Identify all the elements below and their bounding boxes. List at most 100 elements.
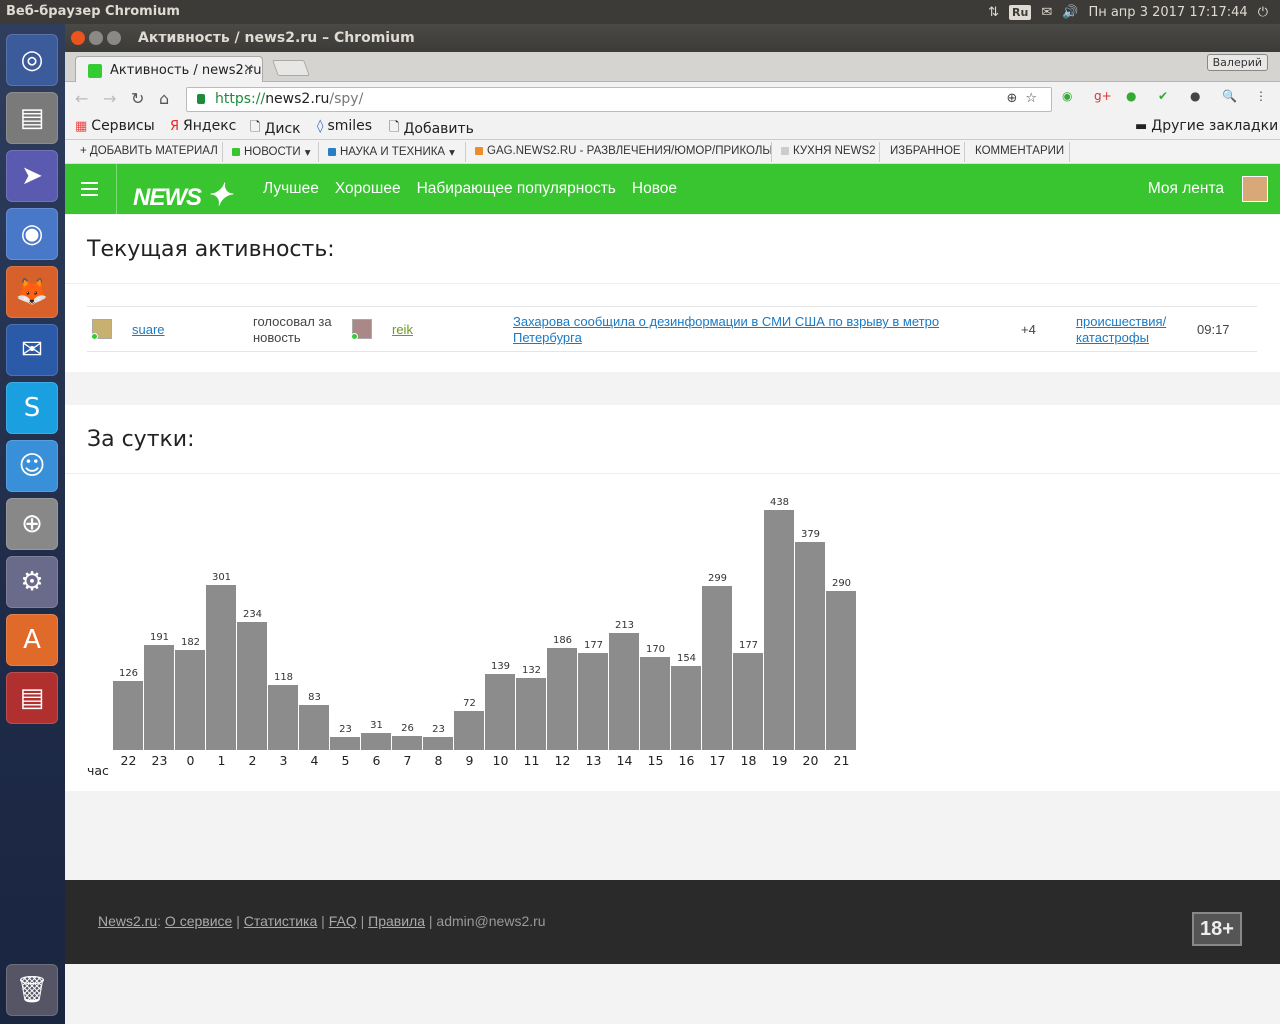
gag-link[interactable]: GAG.NEWS2.RU - РАЗВЛЕЧЕНИЯ/ЮМОР/ПРИКОЛЫ	[475, 145, 773, 157]
extension-shield-icon[interactable]: ✔	[1158, 89, 1168, 103]
bookmark-yandex[interactable]: Я Яндекс	[170, 118, 236, 134]
chart-bar	[733, 653, 763, 750]
extension-dark-icon[interactable]: ●	[1190, 89, 1200, 103]
science-link[interactable]: НАУКА И ТЕХНИКА ▾	[328, 145, 455, 159]
online-indicator	[351, 333, 358, 340]
chart-value-label: 234	[242, 609, 263, 620]
maximize-window-icon[interactable]	[107, 31, 121, 45]
author-avatar[interactable]	[351, 319, 372, 340]
minimize-window-icon[interactable]	[89, 31, 103, 45]
chart-tick-label: 15	[647, 753, 664, 768]
thunderbird-icon[interactable]: ✉	[6, 324, 58, 376]
software-center-icon[interactable]: A	[6, 614, 58, 666]
close-tab-icon[interactable]: ✕	[243, 62, 254, 77]
chart-tick-label: 3	[279, 753, 288, 768]
remote-desktop-icon[interactable]: ➤	[6, 150, 58, 202]
archive-icon[interactable]: ▤	[6, 672, 58, 724]
zoom-icon[interactable]: ⊕	[1006, 91, 1025, 106]
forward-icon[interactable]: →	[103, 89, 116, 108]
new-tab-button[interactable]	[272, 60, 310, 76]
chart-value-label: 438	[769, 497, 790, 508]
user-link[interactable]: suare	[132, 322, 165, 337]
bookmark-add[interactable]: 🗋 Добавить	[389, 118, 474, 140]
footer-stats-link[interactable]: Статистика	[244, 913, 318, 929]
clock[interactable]: Пн апр 3 2017 17:17:44	[1088, 5, 1247, 20]
bookmark-services[interactable]: ▦ Сервисы	[75, 118, 155, 134]
menu-best[interactable]: Лучшее	[263, 180, 319, 198]
extension-green-icon[interactable]: ◉	[1062, 89, 1072, 103]
firefox-icon[interactable]: 🦊	[6, 266, 58, 318]
skype-icon[interactable]: S	[6, 382, 58, 434]
action-text: голосовал за новость	[253, 314, 332, 345]
settings-icon[interactable]: ⚙	[6, 556, 58, 608]
menu-new[interactable]: Новое	[632, 180, 677, 198]
chart-value-label: 177	[738, 640, 759, 651]
chart-value-label: 177	[583, 640, 604, 651]
bookmark-smiles[interactable]: ◊ smiles	[317, 118, 372, 134]
menu-icon[interactable]: ⋮	[1255, 89, 1267, 103]
chart-tick-label: 0	[186, 753, 195, 768]
chart-value-label: 299	[707, 573, 728, 584]
page-icon: 🗋	[250, 120, 261, 135]
bookmark-disk[interactable]: 🗋 Диск	[250, 118, 301, 140]
menu-good[interactable]: Хорошее	[335, 180, 401, 198]
category-link[interactable]: происшествия/катастрофы	[1076, 314, 1186, 346]
favorites-link[interactable]: ИЗБРАННОЕ	[890, 145, 961, 157]
screenshot-icon[interactable]: ⊕	[6, 498, 58, 550]
footer-about-link[interactable]: О сервисе	[165, 913, 232, 929]
chart-value-label: 170	[645, 644, 666, 655]
profile-button[interactable]: Валерий	[1206, 54, 1268, 71]
daily-title: За сутки:	[87, 427, 195, 452]
mail-icon[interactable]: ✉	[1041, 5, 1052, 20]
tab-strip: Активность / news2.ru ✕ Валерий	[65, 52, 1280, 83]
network-icon[interactable]: ⇅	[988, 5, 999, 20]
chart-tick-label: 20	[802, 753, 819, 768]
chart-value-label: 213	[614, 620, 635, 631]
keyboard-layout[interactable]: Ru	[1009, 4, 1032, 20]
power-icon[interactable]: ⏻	[1258, 5, 1268, 20]
user-avatar[interactable]	[91, 319, 112, 340]
author-link[interactable]: reik	[392, 322, 413, 337]
reload-icon[interactable]: ↻	[131, 89, 144, 108]
add-material-link[interactable]: + ДОБАВИТЬ МАТЕРИАЛ	[80, 145, 218, 157]
close-window-icon[interactable]	[71, 31, 85, 45]
menu-rising[interactable]: Набирающее популярность	[417, 180, 616, 198]
home-icon[interactable]: ⌂	[159, 89, 169, 108]
files-icon[interactable]: ▤	[6, 92, 58, 144]
trash-icon[interactable]: 🗑	[6, 964, 58, 1016]
chart-value-label: 301	[211, 572, 232, 583]
footer-faq-link[interactable]: FAQ	[329, 913, 357, 929]
chart-bar	[361, 733, 391, 750]
site-logo[interactable]: NEWS ✦	[133, 178, 232, 213]
chromium-icon[interactable]: ◉	[6, 208, 58, 260]
chart-bar	[609, 633, 639, 750]
chart-tick-label: 9	[465, 753, 474, 768]
address-bar[interactable]: https://news2.ru/spy/ ⊕☆	[186, 87, 1052, 112]
pidgin-icon[interactable]: ☺	[6, 440, 58, 492]
user-avatar[interactable]	[1242, 176, 1268, 202]
extension-search-icon[interactable]: 🔍	[1222, 89, 1237, 103]
footer-rules-link[interactable]: Правила	[368, 913, 425, 929]
bookmark-star-icon[interactable]: ☆	[1025, 91, 1045, 106]
dash-icon[interactable]: ◎	[6, 34, 58, 86]
chart-value-label: 154	[676, 653, 697, 664]
extension-gplus-icon[interactable]: g+	[1094, 89, 1112, 103]
news-link[interactable]: Захарова сообщила о дезинформации в СМИ …	[513, 314, 993, 346]
chart-value-label: 83	[308, 692, 321, 703]
comments-link[interactable]: КОММЕНТАРИИ	[975, 145, 1064, 157]
tab-active[interactable]: Активность / news2.ru ✕	[75, 56, 263, 83]
chart-bar	[299, 705, 329, 750]
kitchen-link[interactable]: КУХНЯ NEWS2	[781, 145, 876, 157]
chart-tick-label: 5	[341, 753, 350, 768]
chart-bar	[423, 737, 453, 750]
chart-tick-label: 23	[151, 753, 168, 768]
back-icon[interactable]: ←	[75, 89, 88, 108]
my-feed-link[interactable]: Моя лента	[1148, 180, 1224, 198]
hamburger-menu-icon[interactable]	[81, 182, 98, 200]
news-link[interactable]: НОВОСТИ ▾	[232, 145, 310, 159]
chart-tick-label: 16	[678, 753, 695, 768]
bookmark-other[interactable]: ▬ Другие закладки	[1135, 118, 1278, 134]
extension-news-icon[interactable]: ●	[1126, 89, 1136, 103]
volume-icon[interactable]: 🔊	[1062, 5, 1078, 20]
footer-site-link[interactable]: News2.ru	[98, 913, 157, 929]
